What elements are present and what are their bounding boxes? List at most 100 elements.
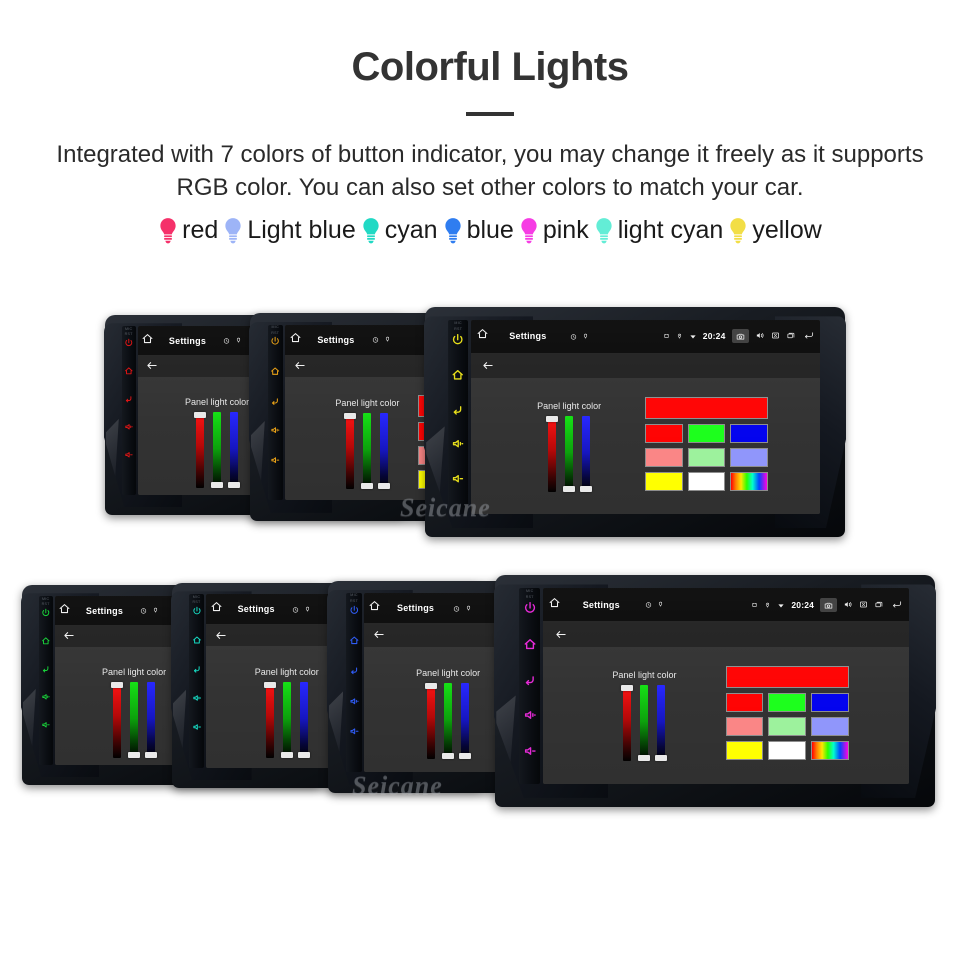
rgb-sliders[interactable] — [263, 682, 310, 759]
red-slider[interactable] — [621, 685, 634, 762]
home-icon[interactable] — [523, 637, 537, 651]
hardware-keys[interactable] — [523, 601, 537, 784]
red-slider-handle[interactable] — [111, 682, 124, 689]
volume-up-icon[interactable] — [270, 425, 280, 435]
back-arrow-icon[interactable] — [554, 629, 568, 640]
hardware-keys[interactable] — [349, 605, 360, 772]
green-slider[interactable] — [361, 413, 374, 490]
blue-slider-handle[interactable] — [145, 752, 158, 759]
volume-button[interactable] — [755, 327, 765, 345]
swatch-0-0[interactable] — [725, 692, 764, 712]
red-slider[interactable] — [111, 682, 124, 759]
swatch-0-1[interactable] — [768, 692, 806, 712]
red-slider-handle[interactable] — [263, 682, 276, 689]
power-icon[interactable] — [41, 608, 51, 618]
home-icon[interactable] — [141, 332, 154, 345]
power-icon[interactable] — [349, 605, 360, 616]
red-slider-handle[interactable] — [621, 685, 634, 692]
android-screen[interactable]: Settings 20:24 Panel light color — [542, 587, 909, 784]
rgb-sliders[interactable] — [111, 682, 158, 759]
red-slider[interactable] — [546, 416, 559, 493]
red-slider[interactable] — [194, 412, 207, 489]
blue-slider[interactable] — [655, 685, 668, 762]
power-icon[interactable] — [124, 338, 134, 348]
close-button[interactable] — [771, 327, 780, 345]
swatch-2-1[interactable] — [687, 472, 726, 492]
red-slider[interactable] — [344, 413, 357, 490]
swatch-2-0[interactable] — [645, 472, 683, 492]
home-icon-wrap[interactable] — [289, 331, 302, 349]
green-slider[interactable] — [280, 682, 293, 759]
home-icon[interactable] — [451, 368, 464, 381]
blue-slider-handle[interactable] — [297, 752, 310, 759]
red-slider-handle[interactable] — [194, 412, 207, 419]
swatch-1-0[interactable] — [725, 716, 764, 736]
back-icon[interactable] — [270, 396, 280, 406]
swatch-1-0[interactable] — [645, 448, 683, 468]
home-icon[interactable] — [124, 366, 134, 376]
home-icon[interactable] — [270, 366, 280, 376]
power-icon[interactable] — [451, 333, 464, 346]
recents-button[interactable] — [786, 327, 796, 345]
power-icon[interactable] — [192, 606, 202, 616]
volume-down-icon[interactable] — [192, 722, 202, 732]
swatch-2-1[interactable] — [768, 740, 806, 760]
home-icon-wrap[interactable] — [548, 596, 561, 614]
close-box-icon[interactable] — [771, 331, 780, 340]
back-arrow-icon[interactable] — [145, 360, 159, 371]
volume-down-icon[interactable] — [451, 472, 464, 485]
blue-slider[interactable] — [580, 416, 593, 493]
back-arrow-icon[interactable] — [802, 330, 815, 340]
hardware-keys[interactable] — [270, 336, 280, 500]
home-icon[interactable] — [548, 596, 561, 609]
color-swatch-grid[interactable] — [645, 397, 769, 492]
green-slider-handle[interactable] — [442, 752, 455, 759]
home-icon[interactable] — [192, 635, 202, 645]
back-button[interactable] — [890, 596, 903, 614]
red-slider[interactable] — [263, 682, 276, 759]
green-slider-handle[interactable] — [280, 752, 293, 759]
home-icon[interactable] — [476, 327, 489, 340]
camera-icon[interactable] — [824, 601, 833, 610]
close-button[interactable] — [859, 596, 868, 614]
unit-yellow[interactable]: MIC RST Settings 20:24 Panel light color — [424, 307, 846, 538]
close-box-icon[interactable] — [859, 600, 868, 609]
back-icon[interactable] — [124, 394, 134, 404]
rgb-sliders[interactable] — [344, 413, 391, 490]
unit-magenta[interactable]: MIC RST Settings 20:24 Panel light color — [494, 575, 936, 808]
volume-down-icon[interactable] — [124, 450, 134, 460]
volume-up-icon[interactable] — [523, 708, 537, 722]
recents-icon[interactable] — [874, 600, 884, 609]
color-swatch-grid[interactable] — [725, 665, 849, 760]
home-icon-wrap[interactable] — [210, 600, 223, 618]
blue-slider-handle[interactable] — [459, 752, 472, 759]
volume-up-icon[interactable] — [349, 696, 360, 707]
status-right-icons[interactable]: 20:24 — [751, 596, 903, 614]
blue-slider[interactable] — [297, 682, 310, 759]
status-right-icons[interactable]: 20:24 — [663, 327, 815, 345]
swatch-0-2[interactable] — [730, 424, 769, 444]
back-icon[interactable] — [41, 664, 51, 674]
back-icon[interactable] — [349, 665, 360, 676]
home-icon[interactable] — [58, 602, 71, 615]
swatch-1-2[interactable] — [730, 448, 769, 468]
rgb-sliders[interactable] — [621, 685, 668, 762]
blue-slider-handle[interactable] — [655, 755, 668, 762]
swatch-2-0[interactable] — [725, 740, 764, 760]
back-arrow-icon[interactable] — [293, 360, 307, 371]
rgb-sliders[interactable] — [194, 412, 241, 489]
green-slider-handle[interactable] — [638, 755, 651, 762]
volume-up-icon[interactable] — [451, 437, 464, 450]
swatch-1-2[interactable] — [810, 716, 849, 736]
home-icon[interactable] — [41, 636, 51, 646]
swatch-0-2[interactable] — [810, 692, 849, 712]
back-arrow-icon[interactable] — [214, 630, 228, 641]
android-screen[interactable]: Settings 20:24 Panel light color — [470, 319, 820, 515]
blue-slider-handle[interactable] — [580, 486, 593, 493]
back-button[interactable] — [802, 327, 815, 345]
green-slider[interactable] — [128, 682, 141, 759]
volume-button[interactable] — [843, 596, 853, 614]
hardware-keys[interactable] — [192, 606, 202, 768]
home-icon-wrap[interactable] — [368, 599, 381, 617]
volume-up-icon[interactable] — [124, 422, 134, 432]
